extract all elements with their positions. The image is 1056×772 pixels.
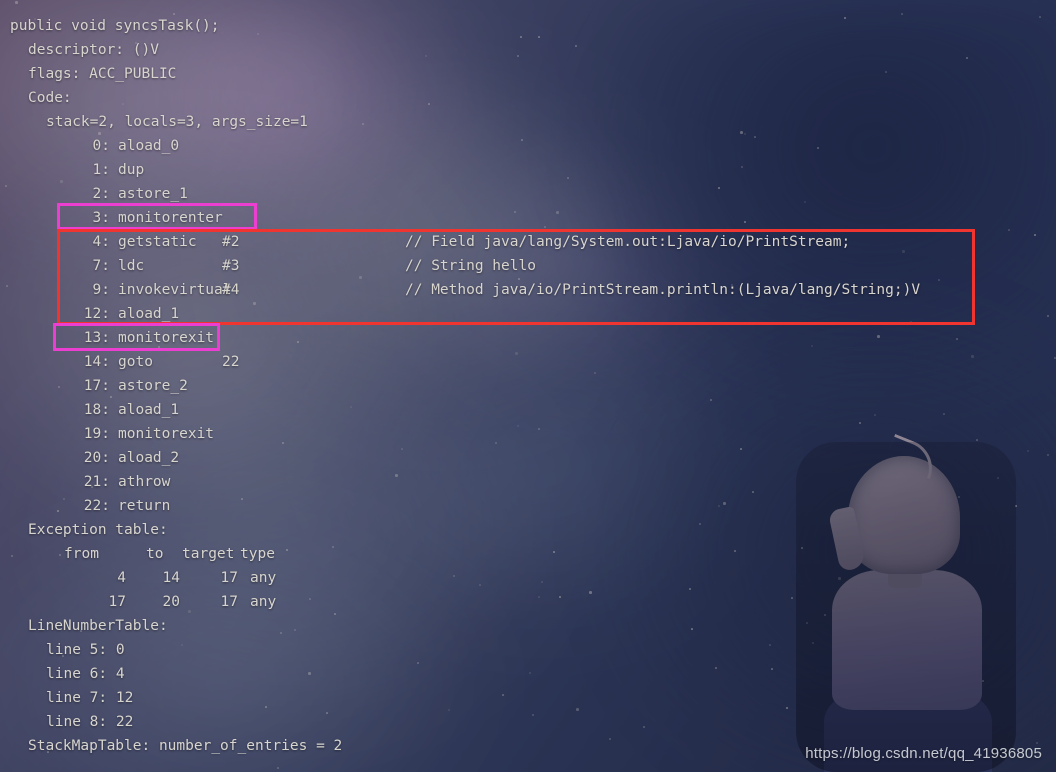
instruction-pc: 12: <box>83 306 110 322</box>
exception-cell-type: any <box>250 570 277 586</box>
linenumber-table-row: line 6: 4 <box>0 662 1056 686</box>
header-line: flags: ACC_PUBLIC <box>0 62 1056 86</box>
exception-col-target: target <box>182 546 235 562</box>
exception-cell-to: 14 <box>162 570 180 586</box>
exception-cell-target: 17 <box>220 594 238 610</box>
instruction-opcode: astore_1 <box>118 186 188 202</box>
exception-cell-type: any <box>250 594 277 610</box>
exception-cell-from: 17 <box>108 594 126 610</box>
instruction-opcode: athrow <box>118 474 171 490</box>
linenumber-entry-3: line 8: 22 <box>46 714 134 730</box>
instruction-opcode: dup <box>118 162 145 178</box>
instruction-opcode: monitorexit <box>118 330 215 346</box>
instruction-row: 7: ldc #3 // String hello <box>0 254 1056 278</box>
instruction-opcode: ldc <box>118 258 145 274</box>
instruction-row: 22: return <box>0 494 1056 518</box>
bytecode-listing: public void syncsTask(); descriptor: ()V f… <box>0 0 1056 772</box>
instruction-row: 20: aload_2 <box>0 446 1056 470</box>
exception-cell-from: 4 <box>117 570 126 586</box>
instruction-row: 0: aload_0 <box>0 134 1056 158</box>
instruction-row: 19: monitorexit <box>0 422 1056 446</box>
stackmap-table-label: StackMapTable: number_of_entries = 2 <box>28 738 343 754</box>
header-text-4: stack=2, locals=3, args_size=1 <box>46 114 308 130</box>
instruction-row: 13: monitorexit <box>0 326 1056 350</box>
linenumber-entry-1: line 6: 4 <box>46 666 125 682</box>
header-text-3: Code: <box>28 90 72 106</box>
instruction-pc: 14: <box>83 354 110 370</box>
exception-table-header: from to target type <box>0 542 1056 566</box>
instruction-opcode: aload_0 <box>118 138 180 154</box>
exception-col-to: to <box>146 546 164 562</box>
linenumber-table-label: LineNumberTable: <box>28 618 168 634</box>
exception-col-type: type <box>240 546 275 562</box>
instruction-opcode: aload_2 <box>118 450 180 466</box>
linenumber-table-row: line 7: 12 <box>0 686 1056 710</box>
exception-col-from: from <box>64 546 99 562</box>
instruction-pc: 13: <box>83 330 110 346</box>
instruction-row: 17: astore_2 <box>0 374 1056 398</box>
instruction-comment: // Method java/io/PrintStream.println:(L… <box>405 282 921 298</box>
instruction-pc: 4: <box>92 234 110 250</box>
linenumber-table-row: line 5: 0 <box>0 638 1056 662</box>
exception-cell-to: 20 <box>162 594 180 610</box>
instruction-operand: #2 <box>222 234 240 250</box>
exception-table-label: Exception table: <box>28 522 168 538</box>
instruction-comment: // Field java/lang/System.out:Ljava/io/P… <box>405 234 851 250</box>
instruction-opcode: astore_2 <box>118 378 188 394</box>
linenumber-entry-0: line 5: 0 <box>46 642 125 658</box>
instruction-opcode: monitorenter <box>118 210 223 226</box>
exception-table-row: 17 20 17 any <box>0 590 1056 614</box>
header-text-2: flags: ACC_PUBLIC <box>28 66 177 82</box>
instruction-pc: 3: <box>92 210 110 226</box>
exception-cell-target: 17 <box>220 570 238 586</box>
instruction-operand: #3 <box>222 258 240 274</box>
instruction-pc: 2: <box>92 186 110 202</box>
screenshot-root: public void syncsTask(); descriptor: ()V f… <box>0 0 1056 772</box>
header-text-0: public void syncsTask(); <box>10 18 220 34</box>
instruction-operand: 22 <box>222 354 240 370</box>
instruction-row: 21: athrow <box>0 470 1056 494</box>
instruction-row: 14: goto 22 <box>0 350 1056 374</box>
instruction-opcode: aload_1 <box>118 306 180 322</box>
instruction-pc: 18: <box>83 402 110 418</box>
instruction-pc: 1: <box>92 162 110 178</box>
instruction-opcode: getstatic <box>118 234 197 250</box>
instruction-opcode: goto <box>118 354 153 370</box>
instruction-pc: 7: <box>92 258 110 274</box>
instruction-pc: 20: <box>83 450 110 466</box>
header-line: Code: <box>0 86 1056 110</box>
instruction-opcode: aload_1 <box>118 402 180 418</box>
instruction-pc: 19: <box>83 426 110 442</box>
instruction-pc: 22: <box>83 498 110 514</box>
instruction-opcode: return <box>118 498 171 514</box>
instruction-row: 18: aload_1 <box>0 398 1056 422</box>
instruction-opcode: invokevirtual <box>118 282 232 298</box>
csdn-watermark: https://blog.csdn.net/qq_41936805 <box>805 745 1042 762</box>
linenumber-entry-2: line 7: 12 <box>46 690 134 706</box>
instruction-operand: #4 <box>222 282 240 298</box>
instruction-row: 1: dup <box>0 158 1056 182</box>
instruction-row: 12: aload_1 <box>0 302 1056 326</box>
instruction-pc: 17: <box>83 378 110 394</box>
linenumber-table-row: line 8: 22 <box>0 710 1056 734</box>
linenumber-table-title: LineNumberTable: <box>0 614 1056 638</box>
instruction-pc: 9: <box>92 282 110 298</box>
instruction-row: 9: invokevirtual #4 // Method java/io/Print… <box>0 278 1056 302</box>
header-text-1: descriptor: ()V <box>28 42 159 58</box>
instruction-opcode: monitorexit <box>118 426 215 442</box>
instruction-pc: 0: <box>92 138 110 154</box>
header-line: public void syncsTask(); <box>0 14 1056 38</box>
instruction-row: 2: astore_1 <box>0 182 1056 206</box>
instruction-row: 4: getstatic #2 // Field java/lang/System.o… <box>0 230 1056 254</box>
header-line: stack=2, locals=3, args_size=1 <box>0 110 1056 134</box>
exception-table-title: Exception table: <box>0 518 1056 542</box>
instruction-row: 3: monitorenter <box>0 206 1056 230</box>
header-line: descriptor: ()V <box>0 38 1056 62</box>
instruction-pc: 21: <box>83 474 110 490</box>
exception-table-row: 4 14 17 any <box>0 566 1056 590</box>
instruction-comment: // String hello <box>405 258 536 274</box>
